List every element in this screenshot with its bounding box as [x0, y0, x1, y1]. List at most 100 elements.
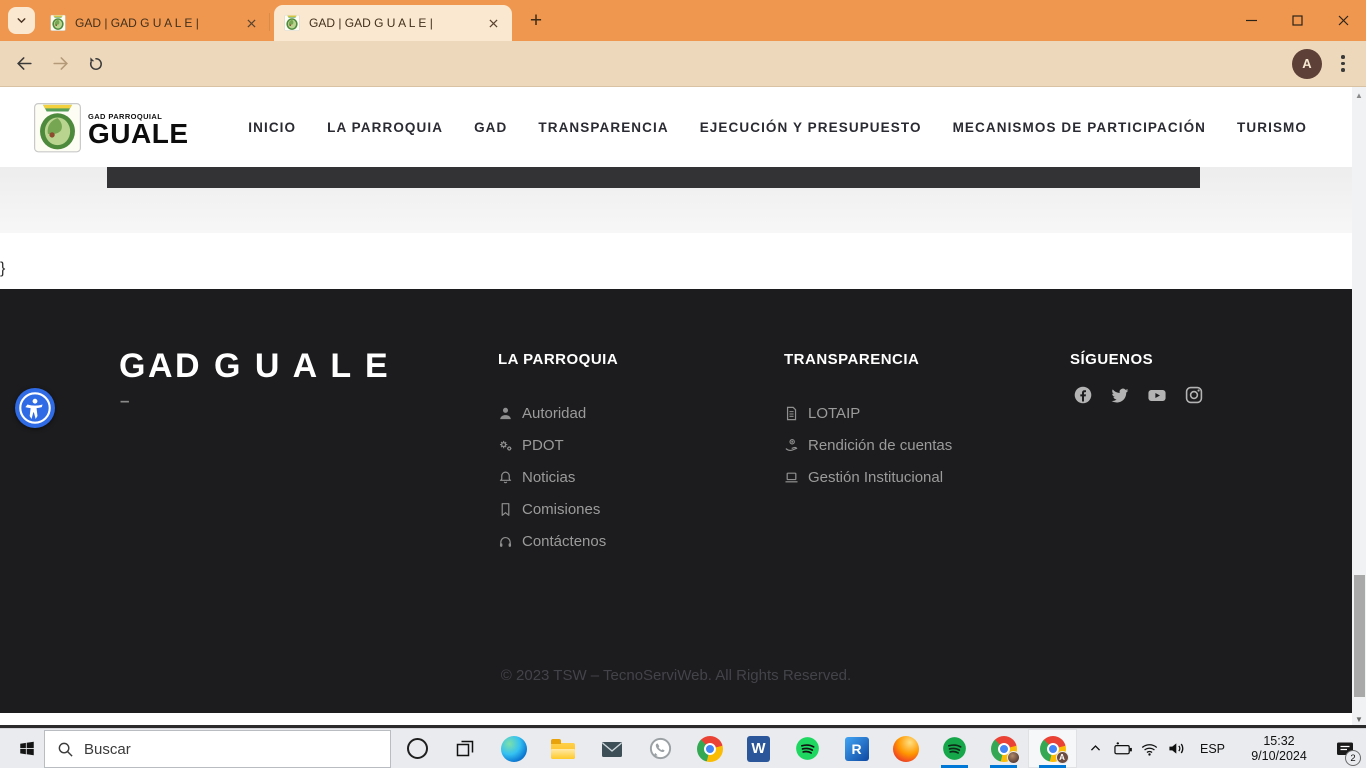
taskbar-search-box[interactable]: Buscar	[44, 730, 391, 768]
taskbar-icon-spotify-alt[interactable]	[930, 729, 979, 768]
social-icons-row	[1073, 385, 1204, 405]
screen: GAD | GAD G U A L E | GAD | GAD G U A L …	[0, 0, 1366, 768]
footer-brand-dash: –	[120, 391, 129, 411]
twitter-icon[interactable]	[1110, 385, 1130, 405]
taskbar-icon-revit[interactable]: R	[832, 729, 881, 768]
clock[interactable]: 15:32 9/10/2024	[1234, 729, 1324, 768]
footer-link-pdot[interactable]: PDOT	[498, 429, 778, 461]
scrollbar-down-arrow[interactable]: ▼	[1352, 713, 1366, 725]
footer-link-label: Rendición de cuentas	[808, 437, 952, 454]
guale-crest-icon	[33, 100, 82, 158]
footer-link-label: Contáctenos	[522, 533, 606, 550]
maximize-button[interactable]	[1274, 0, 1320, 41]
footer-link-rendición-de-cuentas[interactable]: Rendición de cuentas	[784, 429, 1064, 461]
section-bottom-band	[107, 167, 1200, 188]
nav-item-turismo[interactable]: TURISMO	[1237, 120, 1307, 135]
tray-expand-button[interactable]	[1081, 729, 1111, 768]
reload-button[interactable]	[80, 48, 112, 80]
footer-link-label: Autoridad	[522, 405, 586, 422]
chevron-down-icon	[15, 14, 28, 27]
headphones-icon	[498, 534, 513, 549]
wifi-status[interactable]	[1137, 729, 1163, 768]
scrollbar-up-arrow[interactable]: ▲	[1352, 89, 1366, 101]
taskbar-icon-chrome-profile[interactable]	[979, 729, 1028, 768]
minimize-icon	[1246, 15, 1257, 26]
nav-item-la-parroquia[interactable]: LA PARROQUIA	[327, 120, 443, 135]
accessibility-widget-button[interactable]	[15, 388, 55, 428]
taskbar-icon-chrome-active[interactable]: A	[1028, 729, 1077, 768]
user-icon	[498, 406, 513, 421]
forward-button[interactable]	[44, 48, 76, 80]
nav-item-gad[interactable]: GAD	[474, 120, 507, 135]
footer-link-comisiones[interactable]: Comisiones	[498, 493, 778, 525]
taskbar-icon-whatsapp[interactable]	[636, 729, 685, 768]
footer-link-gestión-institucional[interactable]: Gestión Institucional	[784, 461, 1064, 493]
taskbar-icon-edge[interactable]	[489, 729, 538, 768]
page-viewport: GAD PARROQUIAL GUALE INICIO LA PARROQUIA G…	[0, 87, 1352, 727]
nav-item-ejecuci-n-y-presupuesto[interactable]: EJECUCIÓN Y PRESUPUESTO	[700, 120, 922, 135]
copyright-text: © 2023 TSW – TecnoServiWeb. All Rights R…	[0, 667, 1352, 684]
windows-taskbar: Buscar W R A	[0, 728, 1366, 768]
browser-tab-active[interactable]: GAD | GAD G U A L E |	[274, 5, 512, 41]
back-icon	[15, 54, 34, 73]
cortana-icon	[407, 738, 428, 759]
nav-item-transparencia[interactable]: TRANSPARENCIA	[538, 120, 668, 135]
main-navigation: INICIO LA PARROQUIA GAD TRANSPARENCIA EJECUC…	[248, 87, 1307, 167]
footer-link-label: Comisiones	[522, 501, 600, 518]
page-scrollbar[interactable]: ▲ ▼	[1352, 87, 1366, 727]
minimize-button[interactable]	[1228, 0, 1274, 41]
new-tab-button[interactable]: +	[522, 7, 550, 35]
avatar-letter: A	[1302, 56, 1311, 71]
facebook-icon[interactable]	[1073, 385, 1093, 405]
action-center-button[interactable]: 2	[1324, 729, 1366, 768]
footer-link-noticias[interactable]: Noticias	[498, 461, 778, 493]
volume-status[interactable]	[1163, 729, 1191, 768]
site-footer: GAD G U A L E – LA PARROQUIA AutoridadPD…	[0, 289, 1352, 713]
footer-link-label: Gestión Institucional	[808, 469, 943, 486]
search-placeholder: Buscar	[84, 741, 131, 758]
battery-status[interactable]	[1111, 729, 1137, 768]
chevron-up-icon	[1089, 742, 1102, 755]
footer-link-contáctenos[interactable]: Contáctenos	[498, 525, 778, 557]
language-indicator[interactable]: ESP	[1191, 729, 1234, 768]
footer-link-label: LOTAIP	[808, 405, 860, 422]
tab-close-icon[interactable]	[242, 14, 260, 32]
taskbar-icon-firefox[interactable]	[881, 729, 930, 768]
site-favicon	[284, 14, 301, 32]
tray-time: 15:32	[1251, 734, 1307, 749]
close-button[interactable]	[1320, 0, 1366, 41]
window-controls	[1228, 0, 1366, 41]
browser-menu-button[interactable]	[1328, 49, 1358, 79]
reload-icon	[87, 55, 105, 73]
bell-icon	[498, 470, 513, 485]
tab-close-icon[interactable]	[484, 14, 502, 32]
taskbar-icon-word[interactable]: W	[734, 729, 783, 768]
browser-tab-inactive[interactable]: GAD | GAD G U A L E |	[40, 5, 270, 41]
stray-text: }	[0, 260, 5, 278]
footer-brand: GAD G U A L E	[119, 347, 390, 386]
taskbar-app-icons: WRA	[440, 729, 1077, 768]
kebab-icon	[1341, 55, 1345, 59]
tab-title: GAD | GAD G U A L E |	[75, 16, 234, 30]
scrollbar-thumb[interactable]	[1354, 575, 1365, 697]
taskbar-icon-chrome[interactable]	[685, 729, 734, 768]
youtube-icon[interactable]	[1147, 385, 1167, 405]
footer-link-autoridad[interactable]: Autoridad	[498, 397, 778, 429]
footer-link-lotaip[interactable]: LOTAIP	[784, 397, 1064, 429]
taskbar-icon-mail[interactable]	[587, 729, 636, 768]
nav-item-mecanismos-de-participaci-n[interactable]: MECANISMOS DE PARTICIPACIÓN	[953, 120, 1206, 135]
gears-icon	[498, 438, 513, 453]
tab-search-button[interactable]	[8, 7, 35, 34]
back-button[interactable]	[8, 48, 40, 80]
profile-avatar[interactable]: A	[1292, 49, 1322, 79]
taskbar-icon-task-view[interactable]	[440, 729, 489, 768]
forward-icon	[51, 54, 70, 73]
start-button[interactable]	[10, 729, 44, 768]
instagram-icon[interactable]	[1184, 385, 1204, 405]
taskbar-icon-spotify[interactable]	[783, 729, 832, 768]
cortana-button[interactable]	[402, 729, 432, 768]
browser-tabstrip: GAD | GAD G U A L E | GAD | GAD G U A L …	[0, 0, 1366, 41]
taskbar-icon-file-explorer[interactable]	[538, 729, 587, 768]
nav-item-inicio[interactable]: INICIO	[248, 120, 296, 135]
site-logo[interactable]: GAD PARROQUIAL GUALE	[33, 100, 189, 158]
